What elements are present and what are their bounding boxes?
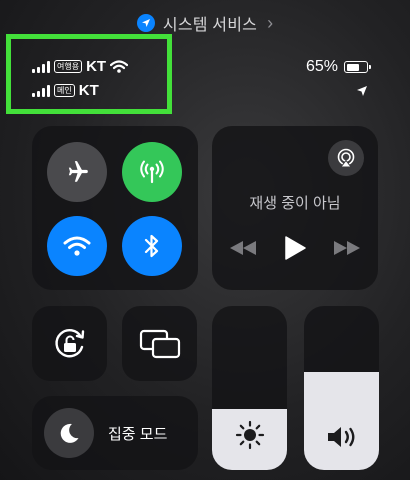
battery-fill (346, 63, 359, 71)
cellular-data-toggle[interactable] (122, 142, 182, 202)
wifi-status-icon (110, 60, 129, 73)
media-controls (212, 236, 378, 260)
chevron-right-icon: › (267, 12, 274, 33)
airplane-mode-toggle[interactable] (47, 142, 107, 202)
sim1-tag: 여행용 (54, 60, 83, 73)
speaker-icon (304, 424, 379, 450)
battery-status: 65% (305, 58, 371, 76)
battery-icon (344, 61, 371, 73)
sim1-carrier: KT (86, 58, 107, 75)
focus-mode-button[interactable]: 집중 모드 (32, 396, 198, 470)
sim2-carrier: KT (78, 82, 99, 99)
focus-mode-label: 집중 모드 (108, 425, 168, 443)
location-badge-icon (136, 14, 155, 32)
rotation-lock-icon (54, 328, 84, 357)
now-playing-panel[interactable]: 재생 중이 아님 (212, 126, 378, 290)
sim2-tag: 메인 (54, 84, 75, 97)
volume-slider[interactable] (304, 306, 379, 470)
volume-fill (304, 371, 379, 470)
connectivity-panel (32, 126, 198, 290)
screen-mirroring-button[interactable] (122, 306, 197, 381)
bluetooth-icon (144, 234, 159, 258)
screen-mirroring-icon (139, 329, 180, 358)
airplane-icon (68, 161, 88, 182)
moon-icon (44, 408, 94, 458)
airplay-audio-button[interactable] (328, 140, 364, 176)
sun-icon (212, 420, 287, 450)
brightness-slider[interactable] (212, 306, 287, 470)
next-track-icon[interactable] (334, 241, 360, 255)
battery-percent: 65% (305, 58, 338, 75)
play-icon[interactable] (284, 236, 306, 260)
wifi-toggle[interactable] (47, 216, 107, 276)
signal-bars-icon (32, 84, 50, 97)
previous-track-icon[interactable] (230, 241, 256, 255)
wifi-icon (63, 236, 91, 256)
media-status-text: 재생 중이 아님 (249, 195, 341, 212)
sim1-status: 여행용 KT (32, 58, 129, 75)
cellular-antenna-icon (140, 160, 164, 184)
location-arrow-icon (356, 84, 368, 102)
airplay-audio-icon (337, 148, 355, 168)
orientation-lock-button[interactable] (32, 306, 107, 381)
bluetooth-toggle[interactable] (122, 216, 182, 276)
signal-bars-icon (32, 60, 50, 73)
location-services-label: 시스템 서비스 (162, 17, 258, 34)
sim2-status: 메인 KT (32, 82, 99, 99)
